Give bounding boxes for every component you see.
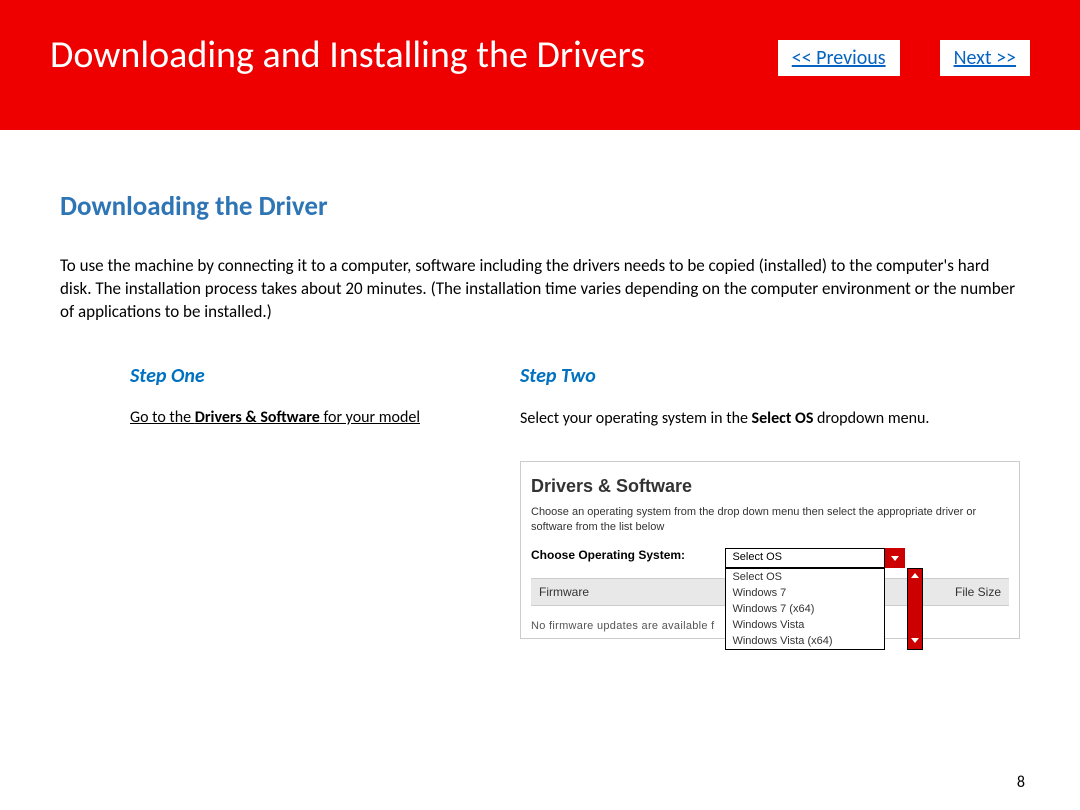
step-two-description: Select your operating system in the Sele…: [520, 408, 1020, 430]
steps-container: Step One Go to the Drivers & Software fo…: [60, 364, 1020, 639]
screenshot-title: Drivers & Software: [531, 476, 1009, 497]
os-dropdown-value: Select OS: [725, 548, 885, 568]
nav-buttons: << Previous Next >>: [778, 40, 1030, 76]
step-two: Step Two Select your operating system in…: [520, 364, 1020, 639]
os-option[interactable]: Select OS: [726, 569, 884, 585]
os-option[interactable]: Windows 7: [726, 585, 884, 601]
link-text-pre: Go to the: [130, 408, 195, 427]
intro-paragraph: To use the machine by connecting it to a…: [60, 255, 1020, 324]
screenshot-description: Choose an operating system from the drop…: [531, 505, 1009, 534]
link-text-bold: Drivers & Software: [195, 408, 320, 427]
section-heading: Downloading the Driver: [60, 190, 1020, 223]
scroll-down-icon[interactable]: [908, 633, 922, 649]
link-text-post: for your model: [320, 408, 420, 427]
content-area: Downloading the Driver To use the machin…: [0, 130, 1080, 639]
desc-pre: Select your operating system in the: [520, 409, 752, 428]
page-title: Downloading and Installing the Drivers: [50, 32, 645, 78]
choose-os-label: Choose Operating System:: [531, 548, 721, 562]
os-option[interactable]: Windows Vista (x64): [726, 633, 884, 649]
scroll-up-icon[interactable]: [908, 569, 922, 585]
next-button[interactable]: Next >>: [940, 40, 1030, 76]
drivers-software-screenshot: Drivers & Software Choose an operating s…: [520, 461, 1020, 639]
step-two-title: Step Two: [520, 364, 1020, 388]
os-option[interactable]: Windows 7 (x64): [726, 601, 884, 617]
step-one-title: Step One: [130, 364, 480, 388]
os-dropdown-list: Select OS Windows 7 Windows 7 (x64) Wind…: [725, 568, 885, 650]
previous-button[interactable]: << Previous: [778, 40, 900, 76]
os-dropdown[interactable]: Select OS Select OS Windows 7 Windows 7 …: [725, 548, 905, 568]
drivers-software-link[interactable]: Go to the Drivers & Software for your mo…: [130, 408, 420, 427]
desc-post: dropdown menu.: [813, 409, 929, 428]
dropdown-scrollbar[interactable]: [907, 568, 923, 650]
desc-bold: Select OS: [752, 409, 814, 428]
os-option[interactable]: Windows Vista: [726, 617, 884, 633]
step-one: Step One Go to the Drivers & Software fo…: [60, 364, 480, 639]
col-firmware: Firmware: [539, 585, 729, 599]
page-number: 8: [1017, 773, 1025, 792]
header-bar: Downloading and Installing the Drivers <…: [0, 0, 1080, 130]
chevron-down-icon[interactable]: [885, 548, 905, 568]
os-selector-row: Choose Operating System: Select OS Selec…: [531, 548, 1009, 568]
